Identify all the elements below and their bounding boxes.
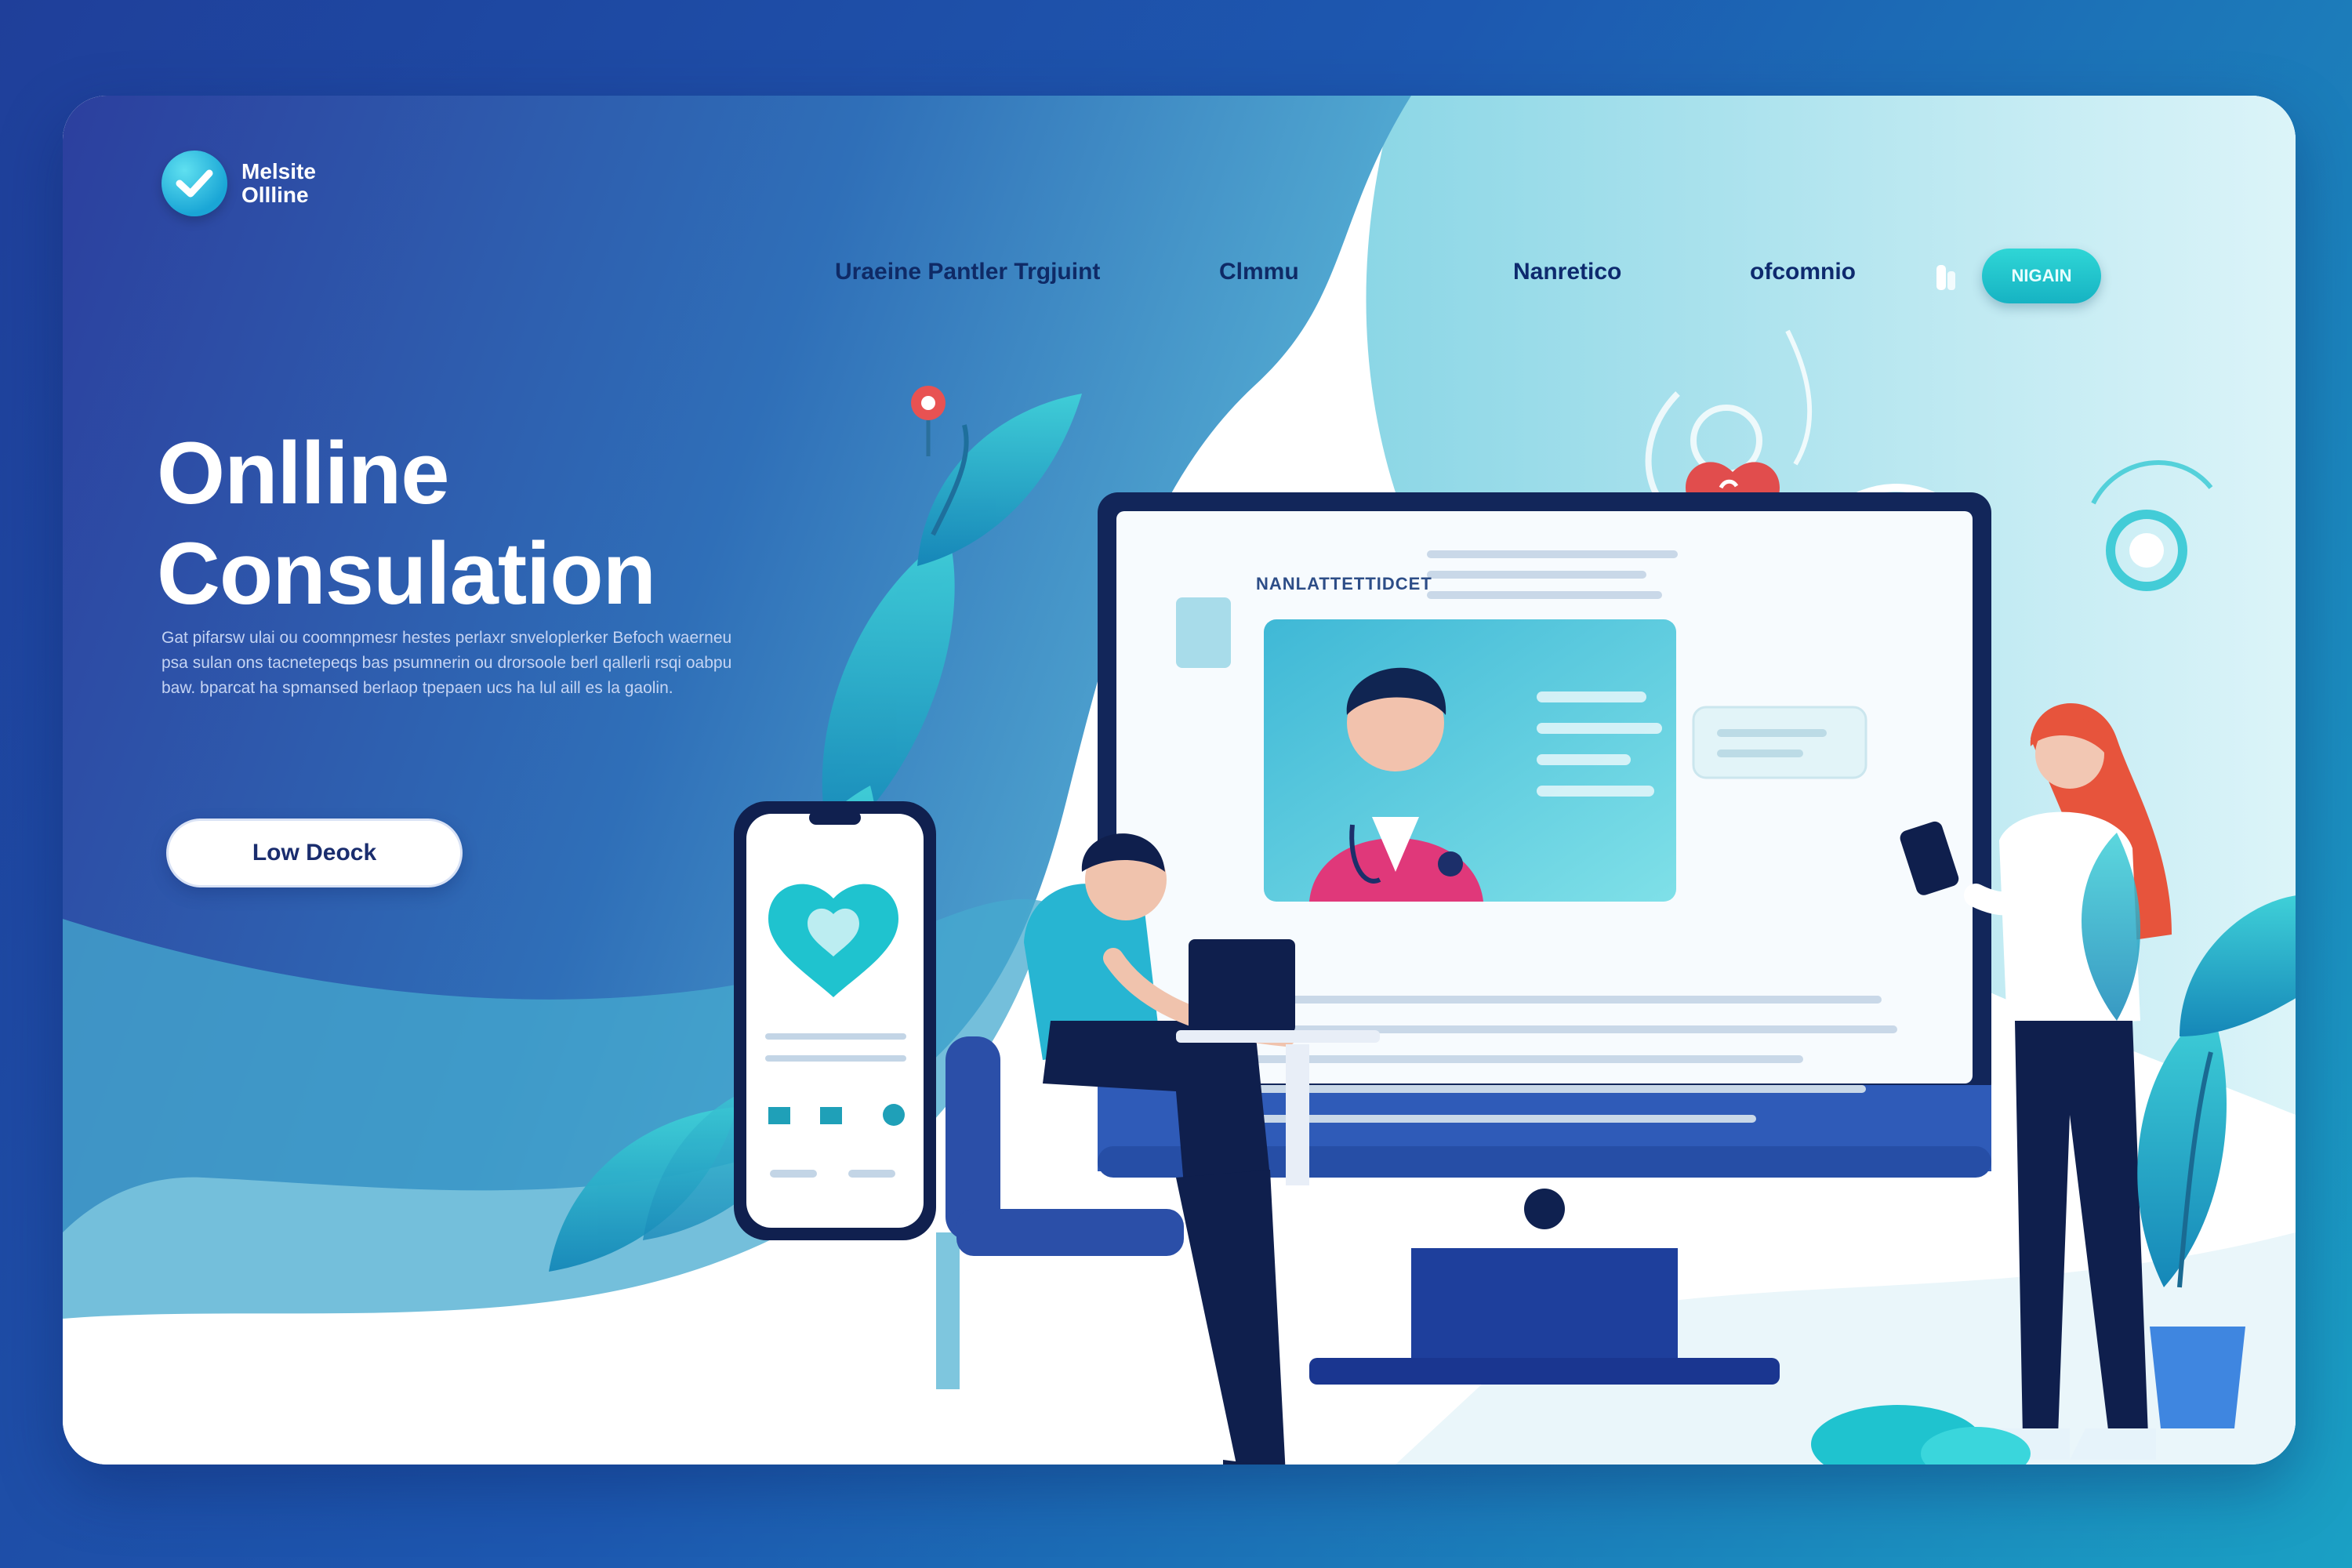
hero-cta-button[interactable]: Low Deock	[166, 818, 463, 887]
brand-name: Melsite Ollline	[241, 160, 316, 207]
hero-illustration	[63, 96, 2296, 1465]
brand-line1: Melsite	[241, 159, 316, 183]
check-icon	[162, 151, 227, 216]
brand-logo[interactable]: Melsite Ollline	[162, 151, 316, 216]
nav-item-3[interactable]: Nanretico	[1513, 259, 1621, 285]
stethoscope-icon	[1438, 851, 1463, 877]
hero-description: Gat pifarsw ulai ou coomnpmesr hestes pe…	[162, 629, 732, 697]
nav-cta-button[interactable]: NIGAIN	[1982, 249, 2101, 303]
nav-item-1[interactable]: Uraeine Pantler Trgjuint	[835, 259, 1100, 285]
hero-title-line2: Consulation	[157, 524, 656, 622]
brand-line2: Ollline	[241, 183, 309, 207]
user-icon[interactable]	[1930, 260, 1962, 299]
hero-title: Onlline Consulation	[157, 423, 656, 624]
page-frame: Melsite Ollline Uraeine Pantler Trgjuint…	[63, 96, 2296, 1465]
nav-item-4[interactable]: ofcomnio	[1750, 259, 1856, 285]
nav-item-2[interactable]: Clmmu	[1219, 259, 1299, 285]
monitor-heading: NANLATTETTIDCET	[1256, 574, 1432, 593]
hero-title-line1: Onlline	[157, 424, 450, 522]
